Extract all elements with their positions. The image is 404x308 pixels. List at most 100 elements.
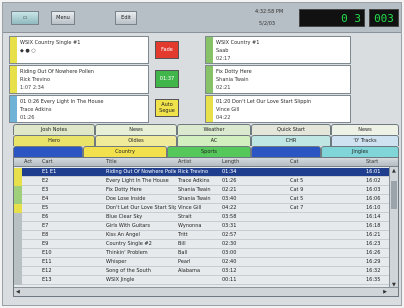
- vertical-scrollbar[interactable]: ▲ ▼: [389, 167, 398, 289]
- deck-title: 01 0:26 Every Light In The House: [20, 99, 104, 105]
- cell-length: 02:21: [222, 187, 237, 193]
- cell-start: 16:35: [366, 277, 381, 283]
- cell-length: 02:40: [222, 259, 237, 265]
- tab-blank-2[interactable]: [251, 146, 321, 157]
- cell-cart: E5: [42, 205, 49, 211]
- tab-oldies[interactable]: Oldies: [95, 135, 177, 146]
- cell-artist: Trace Adkins: [178, 178, 210, 184]
- cell-title: Thinkin' Problem: [106, 250, 148, 256]
- horizontal-scrollbar[interactable]: ◀ ▶: [14, 287, 398, 296]
- cell-cart: E12: [42, 268, 52, 274]
- cell-cart: E1 E1: [42, 169, 57, 175]
- cell-length: 03:12: [222, 268, 237, 274]
- deck-title: WSIX Country Single #1: [20, 40, 81, 46]
- row-status-mark: [14, 204, 22, 213]
- deck-title: 01:20 Don't Let Our Love Start Slippin: [216, 99, 312, 105]
- col-artist[interactable]: Artist: [178, 159, 191, 165]
- col-start[interactable]: Start: [366, 159, 378, 165]
- fade-button[interactable]: Fade: [155, 41, 179, 59]
- cell-title: Riding Out Of Nowhere Pollen: [106, 169, 176, 175]
- cell-length: 02:30: [222, 241, 237, 247]
- col-cart[interactable]: Cart: [42, 159, 53, 165]
- table-row[interactable]: E10 Thinkin' Problem Ball 03:00 16:26: [14, 249, 390, 258]
- edit-button[interactable]: Edit: [115, 11, 137, 25]
- table-row[interactable]: E9 Country Single #2 Bill 02:30 16:23: [14, 240, 390, 249]
- tab-news[interactable]: News: [95, 124, 177, 135]
- tab-quick-start[interactable]: Quick Start: [251, 124, 331, 135]
- deck-artist: Saab: [216, 48, 229, 54]
- cart-deck-5[interactable]: Fix Dotty Here Shania Twain 02:21: [205, 65, 351, 94]
- col-length[interactable]: Length: [222, 159, 239, 165]
- table-row[interactable]: E5 Don't Let Our Love Start Slip Vince Gil…: [14, 204, 390, 213]
- cart-deck-2[interactable]: Riding Out Of Nowhere Pollen Rick Trevin…: [9, 65, 149, 94]
- clock-time: 4:32:58 PM: [255, 9, 284, 15]
- cell-artist: Bill: [178, 241, 186, 247]
- scroll-thumb[interactable]: [391, 181, 397, 209]
- tab-josh-notes[interactable]: Josh Notes: [13, 124, 95, 135]
- countdown-display: 0 3: [299, 9, 365, 27]
- cell-cat: Cat 9: [290, 187, 304, 193]
- timer-button[interactable]: 01:37: [155, 70, 179, 88]
- row-status-mark: [14, 186, 22, 195]
- table-row[interactable]: E3 Fix Dotty Here Shania Twain 02:21 Cat 9 16…: [14, 186, 390, 195]
- event-counter: 003: [369, 9, 399, 27]
- table-row[interactable]: E11 Whisper Pearl 02:40 16:29: [14, 258, 390, 267]
- menu-button[interactable]: Menu: [51, 11, 75, 25]
- deck-artist: Trace Adkins: [20, 107, 52, 113]
- tab-country[interactable]: Country: [83, 146, 167, 157]
- cell-cat: Cat 7: [290, 205, 304, 211]
- table-row[interactable]: E1 E1 Riding Out Of Nowhere Pollen Rick Tr…: [14, 168, 390, 177]
- deck-time: 1:07 2:34: [20, 85, 45, 91]
- tab-tracks[interactable]: '0' Tracks: [331, 135, 399, 146]
- cell-artist: Strait: [178, 214, 192, 220]
- playlist-grid[interactable]: Act Cart Title Artist Length Cat Start E…: [13, 157, 399, 297]
- table-row[interactable]: E6 Blue Clear Sky Strait 03:58 16:14: [14, 213, 390, 222]
- table-row[interactable]: E12 Song of the South Alabama 03:12 16:32: [14, 267, 390, 276]
- deck-icon-button[interactable]: ▭: [11, 11, 39, 25]
- cell-start: 16:29: [366, 259, 381, 265]
- row-status-mark: [14, 177, 22, 186]
- tab-blank-1[interactable]: [13, 146, 83, 157]
- cart-deck-3[interactable]: 01 0:26 Every Light In The House Trace A…: [9, 95, 149, 123]
- tab-weather[interactable]: Weather: [177, 124, 251, 135]
- col-title[interactable]: Title: [106, 159, 117, 165]
- cell-length: 02:57: [222, 232, 237, 238]
- col-cat[interactable]: Cat: [290, 159, 299, 165]
- cart-deck-4[interactable]: WSIX Country #1 Saab 02:17: [205, 36, 351, 64]
- cell-artist: Shania Twain: [178, 196, 211, 202]
- deck-time: 04:22: [216, 115, 231, 121]
- deck-time: 01:26: [20, 115, 35, 121]
- table-row[interactable]: E2 Every Light In The House Trace Adkins 01…: [14, 177, 390, 186]
- cell-cat: Cat 5: [290, 178, 304, 184]
- tab-ac[interactable]: AC: [177, 135, 251, 146]
- row-status-mark: [14, 168, 22, 177]
- deck-artist: Rick Trevino: [20, 77, 51, 83]
- cell-title: Whisper: [106, 259, 127, 265]
- tab-news-2[interactable]: News: [331, 124, 399, 135]
- scroll-left-icon[interactable]: ◀: [16, 289, 20, 295]
- table-row[interactable]: E8 Kiss An Angel Tritt 02:57 16:21: [14, 231, 390, 240]
- tab-jingles[interactable]: Jingles: [321, 146, 399, 157]
- row-status-mark: [14, 195, 22, 204]
- cell-cart: E13: [42, 277, 52, 283]
- table-row[interactable]: E13 WSIX Jingle 00:11 16:35: [14, 276, 390, 285]
- cell-length: 01:26: [222, 178, 237, 184]
- row-status-mark: [14, 249, 22, 258]
- cart-deck-6[interactable]: 01:20 Don't Let Our Love Start Slippin V…: [205, 95, 351, 123]
- cart-deck-1[interactable]: WSIX Country Single #1 ◆ ● ○: [9, 36, 149, 64]
- scroll-up-icon[interactable]: ▲: [392, 168, 396, 174]
- cell-start: 16:10: [366, 205, 381, 211]
- table-row[interactable]: E7 Girls With Guitars Wynonna 03:31 16:18: [14, 222, 390, 231]
- col-act[interactable]: Act: [24, 159, 32, 165]
- deck-status-strip: [206, 37, 213, 63]
- tab-hero[interactable]: Hero: [13, 135, 95, 146]
- table-row[interactable]: E4 Doe Lose Inside Shania Twain 03:40 Cat 5 1…: [14, 195, 390, 204]
- deck-title: Riding Out Of Nowhere Pollen: [20, 69, 94, 75]
- cell-cart: E7: [42, 223, 49, 229]
- tab-sports[interactable]: Sports: [167, 146, 251, 157]
- deck-status-strip: [206, 66, 213, 93]
- scroll-right-icon[interactable]: ▶: [383, 289, 387, 295]
- deck-status-strip: [10, 66, 17, 93]
- tab-chr[interactable]: CHR: [251, 135, 331, 146]
- auto-segue-button[interactable]: Auto Segue: [155, 99, 179, 117]
